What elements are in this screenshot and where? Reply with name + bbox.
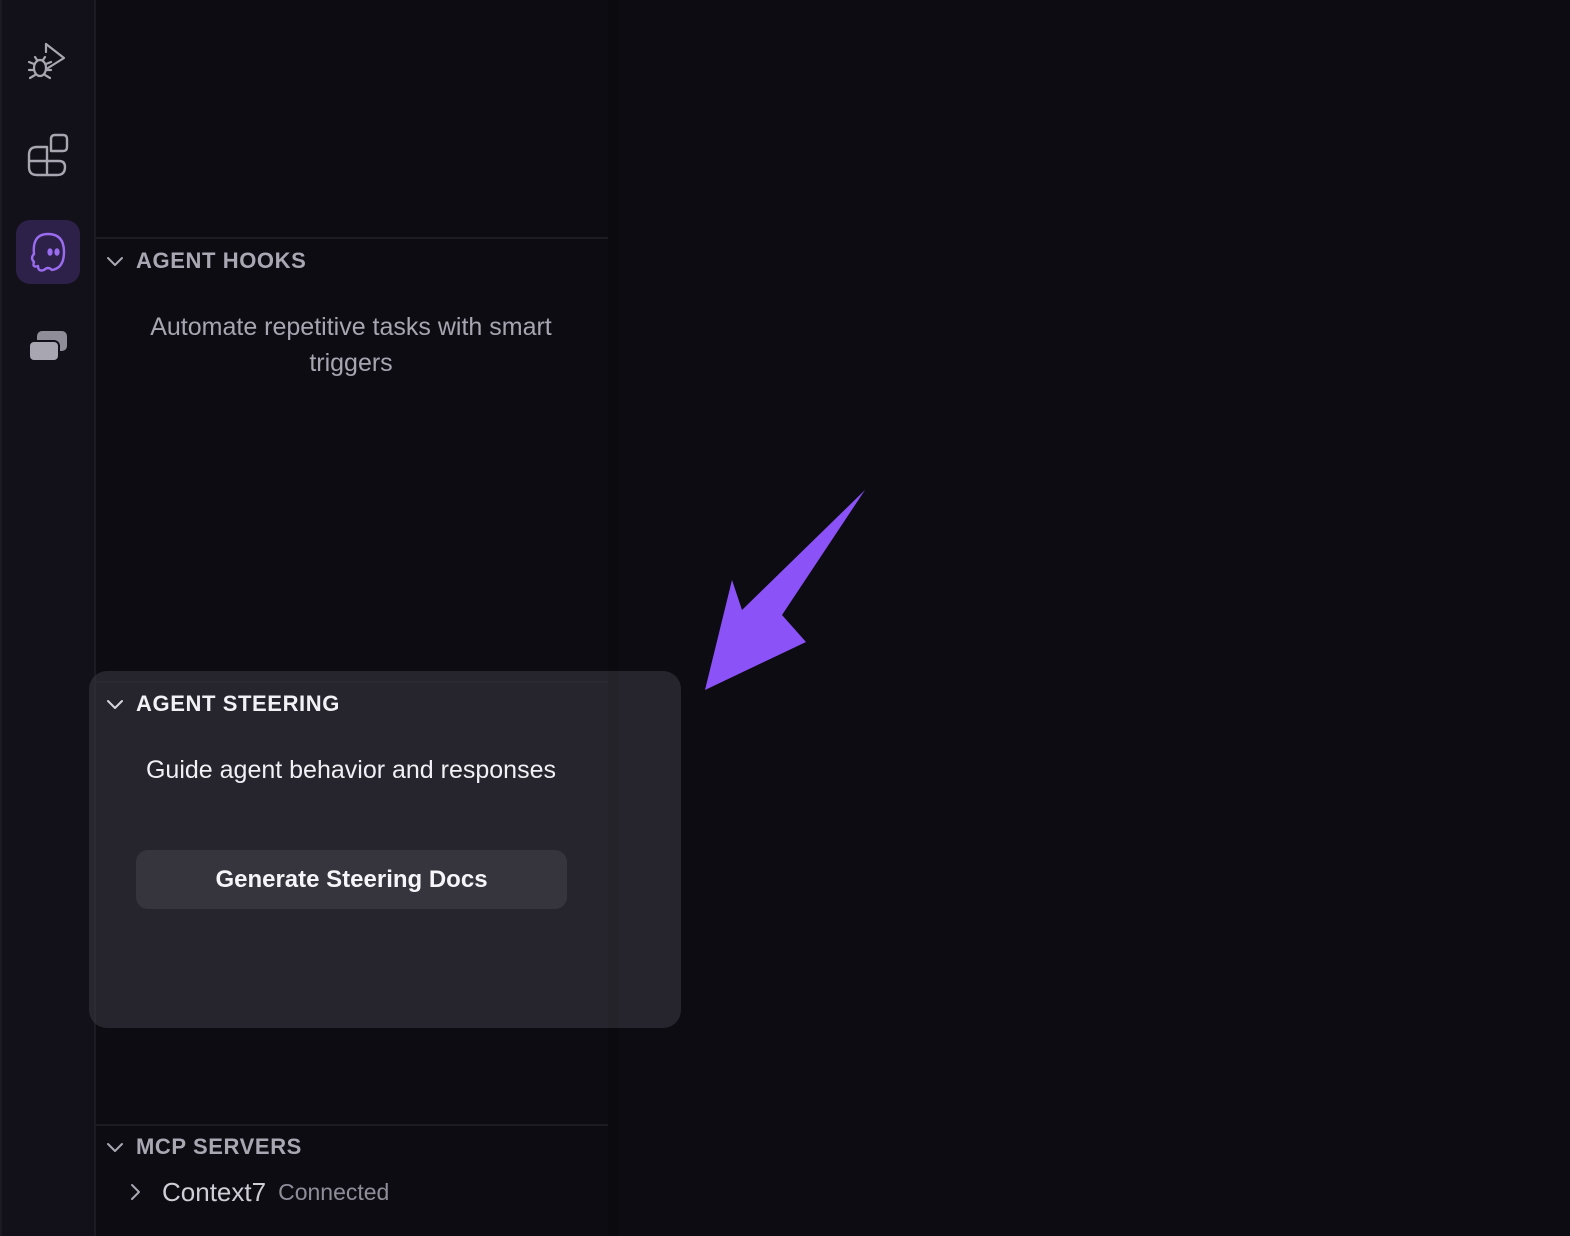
panel-divider[interactable] xyxy=(608,0,618,1236)
ide-window: AGENT HOOKS Automate repetitive tasks wi… xyxy=(0,0,1570,1236)
mcp-server-status: Connected xyxy=(278,1178,390,1205)
chevron-down-icon xyxy=(104,693,126,715)
chevron-right-icon xyxy=(124,1181,146,1203)
mcp-server-item[interactable]: Context7 Connected xyxy=(124,1174,389,1210)
chevron-down-icon xyxy=(104,1136,126,1158)
run-debug-icon xyxy=(27,42,66,80)
agent-steering-title: AGENT STEERING xyxy=(136,691,340,716)
section-divider xyxy=(96,681,608,683)
mcp-servers-title: MCP SERVERS xyxy=(136,1134,302,1159)
agent-hooks-description: Automate repetitive tasks with smart tri… xyxy=(150,313,552,377)
agent-hooks-header[interactable]: AGENT HOOKS xyxy=(104,246,306,276)
annotation-arrow xyxy=(705,490,865,690)
run-debug-button[interactable] xyxy=(16,28,80,92)
stacked-layers-icon xyxy=(28,331,67,362)
mcp-server-name: Context7 xyxy=(162,1176,267,1207)
activity-bar xyxy=(0,0,96,1236)
generate-steering-docs-button[interactable]: Generate Steering Docs xyxy=(136,850,567,909)
side-panel xyxy=(96,0,608,1236)
section-divider xyxy=(96,1124,608,1126)
activity-bar-edge xyxy=(0,0,2,1236)
agent-steering-description: Guide agent behavior and responses xyxy=(145,756,556,784)
arrow-shape xyxy=(705,490,865,690)
layers-button[interactable] xyxy=(16,314,80,378)
kiro-button[interactable] xyxy=(16,220,80,284)
kiro-ghost-icon xyxy=(30,232,66,272)
section-divider xyxy=(96,237,608,239)
mcp-servers-header[interactable]: MCP SERVERS xyxy=(104,1132,302,1162)
agent-steering-header[interactable]: AGENT STEERING xyxy=(104,689,340,719)
extensions-button[interactable] xyxy=(16,124,80,188)
chevron-down-icon xyxy=(104,250,126,272)
extensions-icon xyxy=(27,133,69,177)
agent-hooks-title: AGENT HOOKS xyxy=(136,248,307,273)
